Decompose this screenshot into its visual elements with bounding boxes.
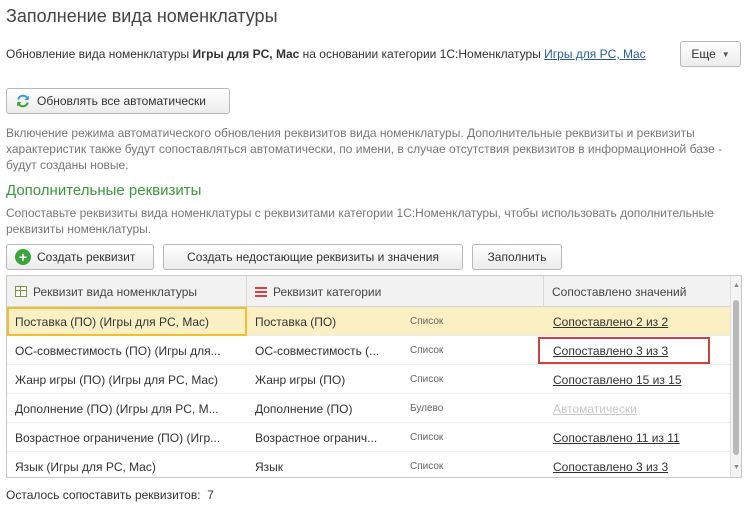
matched-link[interactable]: Сопоставлено 3 из 3 (553, 460, 668, 474)
page-title: Заполнение вида номенклатуры (6, 6, 278, 26)
scroll-down-icon[interactable]: ▼ (733, 464, 740, 471)
table-row[interactable]: Поставка (ПО) (Игры для PC, Mac) Поставк… (7, 307, 731, 336)
highlight-frame (538, 337, 710, 364)
chevron-down-icon: ▼ (721, 49, 730, 59)
category-link[interactable]: Игры для PC, Mac (544, 47, 645, 61)
fill-button[interactable]: Заполнить (472, 244, 562, 270)
table-row[interactable]: Язык (Игры для PC, Mac) Язык Список Сопо… (7, 452, 731, 477)
matched-cell: Сопоставлено 2 из 2 (544, 307, 731, 336)
column-header-category[interactable]: Реквизит категории (247, 276, 544, 307)
table-scrollbar[interactable]: ▲ ▼ (730, 276, 741, 477)
create-missing-button[interactable]: Создать недостающие реквизиты и значения (163, 244, 463, 270)
type-cell: Список (410, 316, 444, 327)
table-row[interactable]: ОС-совместимость (ПО) (Игры для... ОС-со… (7, 336, 731, 365)
attribute-cell[interactable]: ОС-совместимость (ПО) (Игры для... (7, 336, 247, 365)
category-cell[interactable]: Язык (247, 452, 402, 477)
list-icon (255, 286, 267, 297)
matched-link[interactable]: Сопоставлено 11 из 11 (553, 431, 680, 445)
type-cell: Список (410, 345, 444, 356)
type-cell: Булево (410, 403, 444, 414)
matched-cell: Автоматически (544, 394, 731, 423)
table-row[interactable]: Возрастное ограничение (ПО) (Игр... Возр… (7, 423, 731, 452)
category-cell[interactable]: Жанр игры (ПО) (247, 365, 402, 394)
column-label: Реквизит категории (273, 284, 382, 299)
fill-label: Заполнить (487, 250, 547, 264)
matched-link[interactable]: Сопоставлено 15 из 15 (553, 373, 682, 387)
refresh-icon (15, 93, 31, 109)
table-row[interactable]: Дополнение (ПО) (Игры для PC, M... Допол… (7, 394, 731, 423)
table-header: Реквизит вида номенклатуры Реквизит кате… (7, 276, 731, 307)
scroll-up-icon[interactable]: ▲ (733, 282, 740, 289)
table-body: Поставка (ПО) (Игры для PC, Mac) Поставк… (7, 307, 731, 477)
attribute-cell[interactable]: Поставка (ПО) (Игры для PC, Mac) (7, 307, 247, 336)
type-cell: Список (410, 461, 444, 472)
more-button[interactable]: Еще ▼ (680, 41, 741, 67)
kind-name: Игры для PC, Mac (192, 47, 300, 61)
header-middle: на основании категории 1С:Номенклатуры (299, 47, 545, 61)
category-cell[interactable]: Поставка (ПО) (247, 307, 402, 336)
attribute-cell[interactable]: Возрастное ограничение (ПО) (Игр... (7, 423, 247, 452)
remaining-label: Осталось сопоставить реквизитов: (6, 488, 201, 502)
auto-update-button[interactable]: Обновлять все автоматически (6, 88, 230, 114)
category-cell[interactable]: Возрастное огранич... (247, 423, 402, 452)
matched-link: Автоматически (553, 401, 637, 416)
plus-icon: + (15, 249, 31, 265)
matched-cell: Сопоставлено 11 из 11 (544, 423, 731, 452)
header-prefix: Обновление вида номенклатуры (6, 47, 193, 61)
category-cell[interactable]: Дополнение (ПО) (247, 394, 402, 423)
table-icon (15, 286, 27, 297)
matched-cell: Сопоставлено 3 из 3 (544, 452, 731, 477)
column-label: Сопоставлено значений (552, 284, 687, 299)
section-title: Дополнительные реквизиты (6, 182, 202, 199)
column-header-attribute[interactable]: Реквизит вида номенклатуры (7, 276, 247, 307)
attribute-cell[interactable]: Жанр игры (ПО) (Игры для PC, Mac) (7, 365, 247, 394)
matched-link[interactable]: Сопоставлено 2 из 2 (553, 315, 668, 329)
table-row[interactable]: Жанр игры (ПО) (Игры для PC, Mac) Жанр и… (7, 365, 731, 394)
create-missing-label: Создать недостающие реквизиты и значения (187, 250, 439, 264)
category-cell[interactable]: ОС-совместимость (... (247, 336, 402, 365)
create-attribute-label: Создать реквизит (37, 250, 136, 264)
column-header-matched[interactable]: Сопоставлено значений (544, 276, 731, 307)
column-label: Реквизит вида номенклатуры (33, 284, 198, 299)
matched-cell: Сопоставлено 15 из 15 (544, 365, 731, 394)
attributes-table: Реквизит вида номенклатуры Реквизит кате… (6, 275, 742, 478)
more-label: Еще (691, 47, 716, 61)
auto-update-label: Обновлять все автоматически (37, 94, 206, 108)
create-attribute-button[interactable]: + Создать реквизит (6, 244, 154, 270)
scroll-thumb[interactable] (733, 300, 739, 455)
remaining-count: 7 (207, 488, 214, 502)
remaining-counter: Осталось сопоставить реквизитов: 7 (6, 488, 214, 502)
type-cell: Список (410, 374, 444, 385)
header-description: Обновление вида номенклатуры Игры для PC… (6, 46, 674, 62)
attribute-cell[interactable]: Язык (Игры для PC, Mac) (7, 452, 247, 477)
auto-update-description: Включение режима автоматического обновле… (6, 126, 723, 172)
type-cell: Список (410, 432, 444, 443)
attribute-cell[interactable]: Дополнение (ПО) (Игры для PC, M... (7, 394, 247, 423)
section-description: Сопоставьте реквизиты вида номенклатуры … (6, 206, 714, 236)
